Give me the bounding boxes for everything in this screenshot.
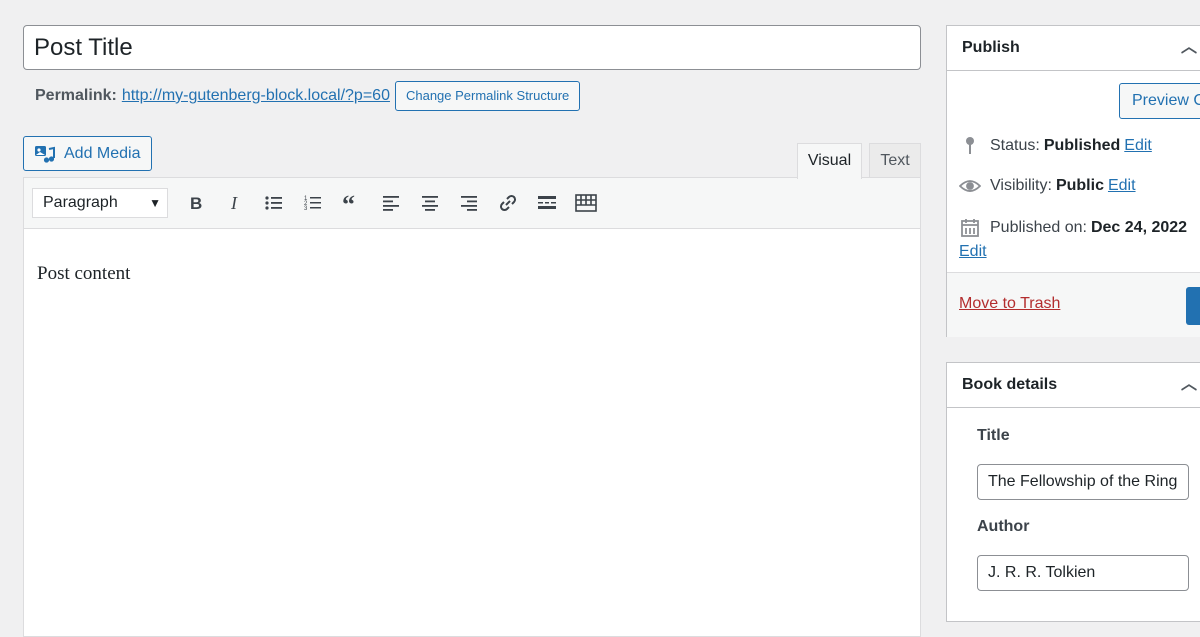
eye-icon: [959, 179, 981, 193]
italic-icon: I: [230, 193, 238, 213]
add-media-button[interactable]: Add Media: [23, 136, 152, 171]
calendar-icon: [959, 218, 981, 238]
chevron-up-icon[interactable]: ︿: [1181, 26, 1197, 70]
align-center-button[interactable]: [410, 188, 449, 218]
editor-toolbar: Paragraph ▼ B I 1 2 3 “: [24, 178, 920, 229]
book-title-label: Title: [977, 427, 1010, 444]
publish-heading: Publish: [962, 39, 1020, 56]
published-on-label: Published on:: [990, 219, 1087, 236]
visibility-label: Visibility:: [990, 177, 1052, 194]
blockquote-button[interactable]: “: [332, 188, 371, 218]
published-on-row: Published on: Dec 24, 2022: [959, 218, 1191, 238]
toolbar-toggle-button[interactable]: [566, 188, 605, 218]
svg-text:I: I: [230, 193, 238, 213]
svg-text:B: B: [190, 194, 202, 213]
status-label: Status:: [990, 137, 1040, 154]
move-to-trash-link[interactable]: Move to Trash: [959, 295, 1060, 313]
classic-editor: Paragraph ▼ B I 1 2 3 “ Post content: [23, 177, 921, 637]
tab-text[interactable]: Text: [869, 143, 921, 178]
blockquote-icon: “: [342, 193, 355, 213]
add-media-label: Add Media: [64, 144, 141, 162]
pin-icon: [959, 136, 981, 156]
numbered-list-icon: 1 2 3: [304, 196, 321, 212]
bold-icon: B: [190, 194, 202, 213]
align-center-icon: [421, 196, 438, 211]
book-title-input[interactable]: The Fellowship of the Ring: [977, 464, 1189, 500]
status-row: Status: Published Edit: [959, 136, 1152, 156]
update-button[interactable]: [1186, 287, 1200, 325]
book-author-input[interactable]: J. R. R. Tolkien: [977, 555, 1189, 591]
book-details-header[interactable]: Book details ︿: [947, 363, 1200, 408]
align-right-icon: [460, 196, 477, 211]
permalink-label: Permalink:: [35, 87, 117, 104]
svg-text:“: “: [342, 193, 355, 213]
chevron-up-icon[interactable]: ︿: [1181, 363, 1197, 407]
align-right-button[interactable]: [449, 188, 488, 218]
insert-link-button[interactable]: [488, 188, 527, 218]
align-left-button[interactable]: [371, 188, 410, 218]
book-details-heading: Book details: [962, 376, 1058, 393]
bullet-list-button[interactable]: [254, 188, 293, 218]
bold-button[interactable]: B: [176, 188, 215, 218]
permalink-link[interactable]: http://my-gutenberg-block.local/?p=60: [122, 87, 390, 105]
published-on-edit-link[interactable]: Edit: [959, 243, 987, 261]
book-details-box: Book details ︿ Title The Fellowship of t…: [946, 362, 1200, 622]
change-permalink-button[interactable]: Change Permalink Structure: [394, 81, 581, 111]
status-value: Published: [1043, 137, 1121, 154]
published-on-value: Dec 24, 2022: [1090, 219, 1188, 236]
post-content[interactable]: Post content: [24, 229, 920, 319]
media-icon: [35, 145, 55, 163]
numbered-list-button[interactable]: 1 2 3: [293, 188, 332, 218]
toolbar-toggle-icon: [574, 194, 597, 212]
read-more-button[interactable]: [527, 188, 566, 218]
permalink-row: Permalink: http://my-gutenberg-block.loc…: [35, 81, 581, 111]
visibility-row: Visibility: Public Edit: [959, 177, 1136, 195]
status-edit-link[interactable]: Edit: [1124, 137, 1152, 155]
bullet-list-icon: [264, 196, 282, 210]
svg-text:3: 3: [304, 206, 308, 212]
book-author-label: Author: [977, 518, 1030, 535]
align-left-icon: [382, 196, 399, 211]
publish-box-header[interactable]: Publish ︿: [947, 26, 1200, 71]
post-title-input[interactable]: Post Title: [23, 25, 921, 70]
tab-visual[interactable]: Visual: [797, 143, 862, 179]
visibility-value: Public: [1055, 177, 1104, 194]
italic-button[interactable]: I: [215, 188, 254, 218]
format-select-value: Paragraph: [43, 194, 118, 211]
dropdown-arrow-icon: ▼: [149, 196, 161, 210]
read-more-icon: [537, 196, 556, 209]
link-icon: [499, 194, 516, 212]
format-select[interactable]: Paragraph ▼: [32, 188, 168, 218]
preview-button[interactable]: Preview C: [1119, 83, 1200, 119]
publish-actions: Move to Trash: [947, 272, 1200, 337]
visibility-edit-link[interactable]: Edit: [1108, 177, 1136, 195]
publish-box: Publish ︿ Preview C Status: Published Ed…: [946, 25, 1200, 337]
